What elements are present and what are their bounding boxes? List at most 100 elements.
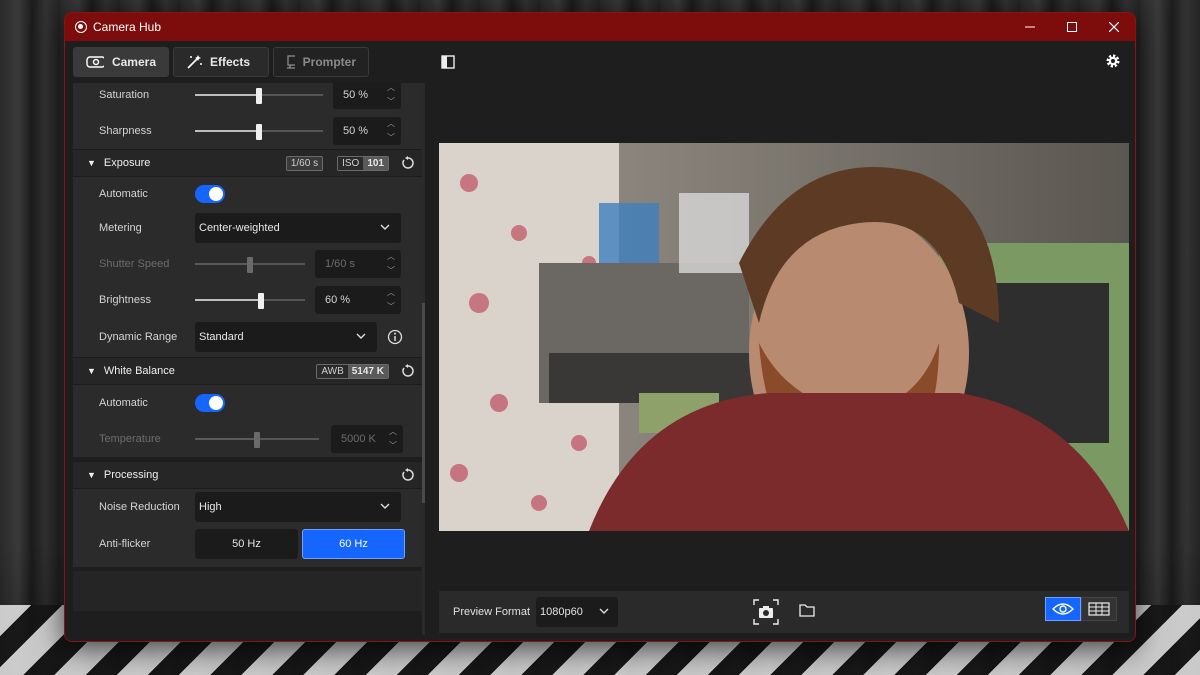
main-content: Camera Effects Prompter Saturation 50 % … [65,41,1135,641]
anti-flicker-60hz-button[interactable]: 60 Hz [302,529,405,559]
brightness-label: Brightness [99,294,151,306]
reset-icon[interactable] [401,364,415,378]
exposure-group: Automatic Metering Center-weighted Shutt… [73,177,425,357]
decrement-icon[interactable]: ﹀ [389,440,397,452]
tab-prompter[interactable]: Prompter [273,47,369,77]
increment-icon[interactable]: ︿ [387,251,395,263]
reset-icon[interactable] [401,468,415,482]
panel-footer [73,571,425,611]
minimize-icon [1025,26,1035,28]
wb-automatic-row: Automatic [73,385,425,421]
tab-bar: Camera Effects Prompter [73,47,425,77]
reset-icon[interactable] [401,156,415,170]
increment-icon[interactable]: ︿ [387,287,395,299]
collapse-caret-icon: ▼ [87,158,96,168]
white-balance-group: Automatic Temperature 5000 K ︿ ﹀ [73,385,425,457]
app-logo-icon [75,21,87,33]
camera-preview [439,143,1129,531]
decrement-icon[interactable]: ﹀ [387,132,395,144]
shutter-speed-label: Shutter Speed [99,258,170,270]
anti-flicker-row: Anti-flicker 50 Hz 60 Hz [73,525,425,563]
dynamic-range-label: Dynamic Range [99,331,178,343]
preview-area: Preview Format 1080p60 [439,41,1135,641]
view-grid-button[interactable] [1081,597,1117,621]
metering-label: Metering [99,222,142,234]
exposure-title: Exposure [103,157,151,169]
noise-reduction-row: Noise Reduction High [73,489,425,525]
grid-icon [1088,602,1110,616]
chevron-down-icon [380,224,390,230]
dynamic-range-row: Dynamic Range Standard [73,317,425,357]
settings-panel: Camera Effects Prompter Saturation 50 % … [73,47,425,635]
noise-reduction-label: Noise Reduction [99,501,180,513]
exposure-automatic-toggle[interactable] [195,185,225,203]
shutter-badge: 1/60 s [285,155,324,171]
exposure-automatic-label: Automatic [99,188,148,200]
view-preview-button[interactable] [1045,597,1081,621]
anti-flicker-50hz-button[interactable]: 50 Hz [195,529,298,559]
maximize-button[interactable] [1051,13,1093,41]
decrement-icon[interactable]: ﹀ [387,96,395,108]
magic-wand-icon [187,55,202,69]
noise-reduction-dropdown[interactable]: High [195,492,401,522]
camera-icon [86,56,104,68]
exposure-header[interactable]: ▼ Exposure 1/60 s ISO 101 [73,149,425,177]
gear-icon[interactable] [1105,53,1121,69]
shutter-speed-row: Shutter Speed 1/60 s ︿ ﹀ [73,245,425,283]
saturation-spinbox[interactable]: 50 % ︿ ﹀ [333,83,401,109]
sharpness-spinbox[interactable]: 50 % ︿ ﹀ [333,117,401,145]
saturation-row: Saturation 50 % ︿ ﹀ [73,83,425,113]
shutter-speed-spinbox[interactable]: 1/60 s ︿ ﹀ [315,250,401,278]
brightness-spinbox[interactable]: 60 % ︿ ﹀ [315,286,401,314]
preview-format-dropdown[interactable]: 1080p60 [536,597,619,627]
title-bar: Camera Hub [65,13,1135,41]
anti-flicker-label: Anti-flicker [99,538,151,550]
metering-row: Metering Center-weighted [73,211,425,245]
awb-badge: AWB 5147 K [316,363,389,379]
temperature-spinbox[interactable]: 5000 K ︿ ﹀ [331,425,403,453]
view-mode-toggle [1045,597,1117,621]
tab-effects[interactable]: Effects [173,47,269,77]
saturation-slider[interactable] [195,88,323,104]
temperature-row: Temperature 5000 K ︿ ﹀ [73,421,425,457]
close-button[interactable] [1093,13,1135,41]
increment-icon[interactable]: ︿ [387,83,395,94]
temperature-label: Temperature [99,433,161,445]
brightness-row: Brightness 60 % ︿ ﹀ [73,283,425,317]
bottom-toolbar: Preview Format 1080p60 [439,591,1129,633]
snapshot-camera-icon[interactable] [753,599,779,625]
chevron-down-icon [356,333,366,339]
info-icon[interactable] [387,329,403,345]
shutter-speed-slider[interactable] [195,257,305,273]
sharpness-row: Sharpness 50 % ︿ ﹀ [73,113,425,149]
increment-icon[interactable]: ︿ [387,118,395,130]
decrement-icon[interactable]: ﹀ [387,301,395,313]
chevron-down-icon [599,608,609,614]
folder-icon[interactable] [799,603,815,617]
white-balance-header[interactable]: ▼ White Balance AWB 5147 K [73,357,425,385]
minimize-button[interactable] [1009,13,1051,41]
increment-icon[interactable]: ︿ [389,426,397,438]
temperature-slider[interactable] [195,432,319,448]
processing-header[interactable]: ▼ Processing [73,461,425,489]
decrement-icon[interactable]: ﹀ [387,265,395,277]
brightness-slider[interactable] [195,293,305,309]
metering-dropdown[interactable]: Center-weighted [195,213,401,243]
settings-scrollbar[interactable] [422,83,425,635]
tab-camera[interactable]: Camera [73,47,169,77]
prompter-icon [287,55,295,69]
close-icon [1109,22,1119,32]
collapse-caret-icon: ▼ [87,366,96,376]
wb-automatic-label: Automatic [99,397,148,409]
sidebar-toggle-icon[interactable] [441,55,455,69]
camera-feed-image [439,143,1129,531]
eye-icon [1052,603,1074,615]
white-balance-title: White Balance [103,365,175,377]
settings-scroll-area[interactable]: Saturation 50 % ︿ ﹀ Sharpness 50 % ︿ ﹀ ▼… [73,83,425,635]
wb-automatic-toggle[interactable] [195,394,225,412]
processing-title: Processing [103,469,159,481]
dynamic-range-dropdown[interactable]: Standard [195,322,377,352]
sharpness-slider[interactable] [195,124,323,140]
sharpness-label: Sharpness [99,125,152,137]
saturation-label: Saturation [99,89,150,101]
